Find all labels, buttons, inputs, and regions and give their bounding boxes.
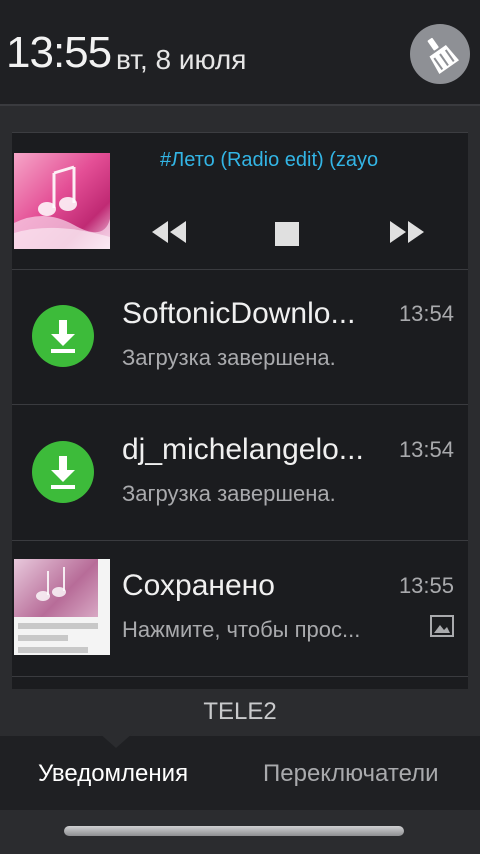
notification-item[interactable]: dj_michelangelo... Загрузка завершена. 1… bbox=[12, 405, 468, 541]
notification-panel: #Лето (Radio edit) (zayo SoftonicDownlo.… bbox=[12, 132, 468, 689]
image-icon bbox=[430, 615, 454, 642]
notification-title: dj_michelangelo... bbox=[122, 433, 364, 466]
notification-title: SoftonicDownlo... bbox=[122, 297, 356, 330]
album-art bbox=[14, 153, 110, 249]
next-icon bbox=[390, 221, 424, 243]
notification-subtitle: Загрузка завершена. bbox=[122, 345, 336, 370]
drag-handle[interactable] bbox=[64, 826, 404, 836]
tab-toggles[interactable]: Переключатели bbox=[263, 760, 439, 788]
notification-time: 13:55 bbox=[398, 573, 454, 598]
download-icon bbox=[32, 305, 94, 367]
music-notification[interactable]: #Лето (Radio edit) (zayo bbox=[12, 133, 468, 270]
notification-item[interactable]: Сохранено Нажмите, чтобы прос... 13:55 bbox=[12, 541, 468, 677]
previous-icon bbox=[152, 221, 186, 243]
next-button[interactable] bbox=[388, 219, 426, 250]
date-label: вт, 8 июля bbox=[116, 44, 247, 75]
clear-notifications-button[interactable] bbox=[410, 24, 470, 84]
status-header: 13:55 вт, 8 июля bbox=[0, 0, 480, 106]
track-title: #Лето (Radio edit) (zayo bbox=[160, 149, 379, 171]
notification-subtitle: Загрузка завершена. bbox=[122, 481, 336, 506]
download-icon bbox=[32, 441, 94, 503]
notification-title: Сохранено bbox=[122, 569, 275, 602]
notification-item[interactable]: SoftonicDownlo... Загрузка завершена. 13… bbox=[12, 269, 468, 405]
selected-tab-indicator bbox=[98, 732, 134, 748]
carrier-label: TELE2 bbox=[203, 698, 277, 725]
broom-icon bbox=[427, 37, 460, 74]
previous-button[interactable] bbox=[150, 219, 188, 250]
notification-subtitle: Нажмите, чтобы прос... bbox=[122, 617, 361, 642]
notification-time: 13:54 bbox=[398, 301, 454, 326]
notification-time: 13:54 bbox=[398, 437, 454, 462]
clock-time: 13:55 bbox=[6, 28, 112, 77]
notification-item-partial bbox=[12, 677, 468, 689]
tab-notifications[interactable]: Уведомления bbox=[38, 760, 188, 788]
stop-icon bbox=[275, 222, 299, 246]
stop-button[interactable] bbox=[274, 221, 300, 252]
screenshot-thumbnail bbox=[14, 559, 110, 655]
